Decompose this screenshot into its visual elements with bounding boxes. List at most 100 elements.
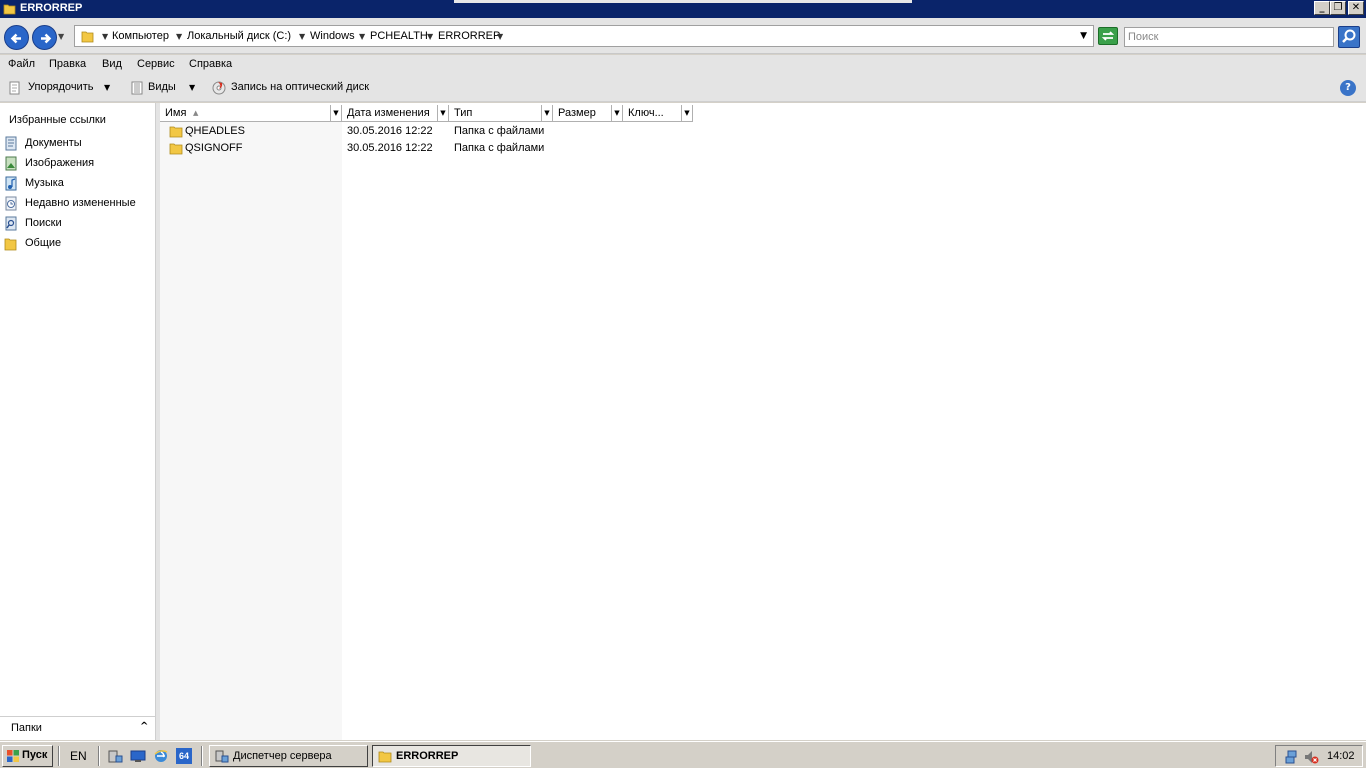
- taskbar-separator: [201, 746, 203, 766]
- folder-icon: [81, 31, 94, 43]
- arrow-right-icon: [41, 33, 52, 44]
- windows-logo-icon: [7, 750, 19, 762]
- window-title: ERRORREP: [20, 2, 83, 14]
- nav-link-public[interactable]: Общие: [0, 235, 155, 253]
- folder-icon: [169, 126, 183, 138]
- breadcrumb-item[interactable]: PCHEALTH: [370, 30, 428, 42]
- breadcrumb-arrow-icon[interactable]: ▼: [427, 32, 433, 41]
- folders-label: Папки: [11, 722, 42, 734]
- organize-icon: [9, 81, 20, 95]
- server-manager-icon: [215, 750, 229, 763]
- breadcrumb-arrow-icon[interactable]: ▼: [299, 32, 305, 41]
- task-button-errorrep[interactable]: ERRORREP: [372, 745, 531, 767]
- nav-link-searches[interactable]: Поиски: [0, 215, 155, 233]
- task-button-server-manager[interactable]: Диспетчер сервера: [209, 745, 368, 767]
- nav-link-pictures[interactable]: Изображения: [0, 155, 155, 173]
- chevron-up-icon[interactable]: ^: [140, 721, 148, 732]
- recent-pages-dropdown-icon[interactable]: ▼: [58, 32, 64, 41]
- system-tray: 14:02: [1275, 745, 1363, 767]
- column-header-type[interactable]: Тип ▼: [449, 105, 553, 122]
- volume-muted-icon[interactable]: [1303, 749, 1319, 765]
- language-indicator[interactable]: EN: [70, 749, 87, 763]
- folders-toggle[interactable]: Папки ^: [0, 716, 155, 740]
- organize-dropdown-icon[interactable]: ▼: [104, 83, 110, 92]
- breadcrumb-item[interactable]: Локальный диск (C:): [187, 30, 291, 42]
- breadcrumb-arrow-icon[interactable]: ▼: [359, 32, 365, 41]
- burn-disc-icon: [212, 81, 226, 95]
- menu-file[interactable]: Файл: [8, 58, 35, 70]
- folder-icon: [378, 751, 392, 763]
- breadcrumb-arrow-icon[interactable]: ▼: [176, 32, 182, 41]
- column-filter-dropdown-icon[interactable]: ▼: [541, 105, 552, 121]
- nav-link-recent[interactable]: Недавно измененные: [0, 195, 155, 213]
- column-filter-dropdown-icon[interactable]: ▼: [681, 105, 692, 121]
- column-filter-dropdown-icon[interactable]: ▼: [611, 105, 622, 121]
- back-button[interactable]: [4, 25, 29, 50]
- server-manager-icon[interactable]: [107, 748, 123, 764]
- search-button[interactable]: [1338, 26, 1360, 48]
- views-icon: [131, 81, 143, 95]
- public-icon: [4, 238, 17, 251]
- title-bar: ERRORREP _ ❐ ✕: [0, 0, 1366, 18]
- burn-button[interactable]: Запись на оптический диск: [231, 81, 369, 93]
- menu-help[interactable]: Справка: [189, 58, 232, 70]
- restore-button[interactable]: ❐: [1330, 1, 1346, 15]
- favorite-links-header: Избранные ссылки: [9, 114, 106, 126]
- breadcrumb-arrow-icon[interactable]: ▼: [102, 32, 108, 41]
- searches-icon: [5, 216, 17, 231]
- menu-edit[interactable]: Правка: [49, 58, 86, 70]
- table-row[interactable]: QSIGNOFF 30.05.2016 12:22 Папка с файлам…: [160, 140, 1366, 157]
- breadcrumb-item[interactable]: Windows: [310, 30, 355, 42]
- sort-ascending-icon: ▲: [193, 109, 199, 117]
- app-64-icon[interactable]: 64: [176, 748, 192, 764]
- column-header-size[interactable]: Размер ▼: [553, 105, 623, 122]
- column-header-tags[interactable]: Ключ... ▼: [623, 105, 693, 122]
- table-row[interactable]: QHEADLES 30.05.2016 12:22 Папка с файлам…: [160, 123, 1366, 140]
- file-list: Имя ▲ ▼ Дата изменения ▼ Тип ▼ Размер ▼ …: [160, 103, 1366, 740]
- documents-icon: [5, 136, 17, 151]
- file-name: QSIGNOFF: [185, 142, 243, 154]
- taskbar-separator: [98, 746, 100, 766]
- minimize-button[interactable]: _: [1314, 1, 1330, 15]
- close-button[interactable]: ✕: [1348, 1, 1364, 15]
- refresh-button[interactable]: [1098, 27, 1118, 45]
- refresh-icon: [1101, 31, 1115, 41]
- start-button[interactable]: Пуск: [2, 745, 53, 767]
- menu-tools[interactable]: Сервис: [137, 58, 175, 70]
- column-filter-dropdown-icon[interactable]: ▼: [330, 105, 341, 121]
- nav-link-documents[interactable]: Документы: [0, 135, 155, 153]
- breadcrumb-item[interactable]: ERRORREP: [438, 30, 500, 42]
- views-dropdown-icon[interactable]: ▼: [189, 83, 195, 92]
- nav-link-music[interactable]: Музыка: [0, 175, 155, 193]
- network-icon[interactable]: [1285, 749, 1301, 765]
- column-header-date[interactable]: Дата изменения ▼: [342, 105, 449, 122]
- taskbar-separator: [58, 746, 60, 766]
- search-icon: [1342, 29, 1356, 43]
- internet-explorer-icon[interactable]: [153, 748, 169, 764]
- file-type: Папка с файлами: [454, 142, 545, 154]
- column-header-name[interactable]: Имя ▲ ▼: [160, 105, 342, 122]
- search-input[interactable]: Поиск: [1124, 27, 1334, 47]
- address-bar: ▼ ▼ Компьютер ▼ Локальный диск (C:) ▼ Wi…: [0, 18, 1366, 54]
- breadcrumb-arrow-icon[interactable]: ▼: [497, 32, 503, 41]
- name-column-shade: [160, 122, 342, 740]
- file-name: QHEADLES: [185, 125, 245, 137]
- file-date: 30.05.2016 12:22: [347, 142, 433, 154]
- clock: 14:02: [1327, 750, 1355, 762]
- forward-button[interactable]: [32, 25, 57, 50]
- address-history-dropdown-icon[interactable]: ▼: [1080, 31, 1087, 41]
- navigation-pane: Избранные ссылки Документы Изображения М…: [0, 103, 155, 740]
- command-toolbar: Упорядочить ▼ Виды ▼ Запись на оптически…: [0, 75, 1366, 102]
- file-date: 30.05.2016 12:22: [347, 125, 433, 137]
- show-desktop-icon[interactable]: [130, 748, 146, 764]
- breadcrumb-item[interactable]: Компьютер: [112, 30, 169, 42]
- organize-button[interactable]: Упорядочить: [28, 81, 93, 93]
- address-box[interactable]: ▼ Компьютер ▼ Локальный диск (C:) ▼ Wind…: [74, 25, 1094, 47]
- arrow-left-icon: [10, 33, 21, 44]
- help-icon[interactable]: ?: [1340, 80, 1356, 96]
- menu-bar: Файл Правка Вид Сервис Справка: [0, 55, 1366, 75]
- menu-view[interactable]: Вид: [102, 58, 122, 70]
- column-filter-dropdown-icon[interactable]: ▼: [437, 105, 448, 121]
- views-button[interactable]: Виды: [148, 81, 176, 93]
- title-bar-strip: [454, 0, 912, 3]
